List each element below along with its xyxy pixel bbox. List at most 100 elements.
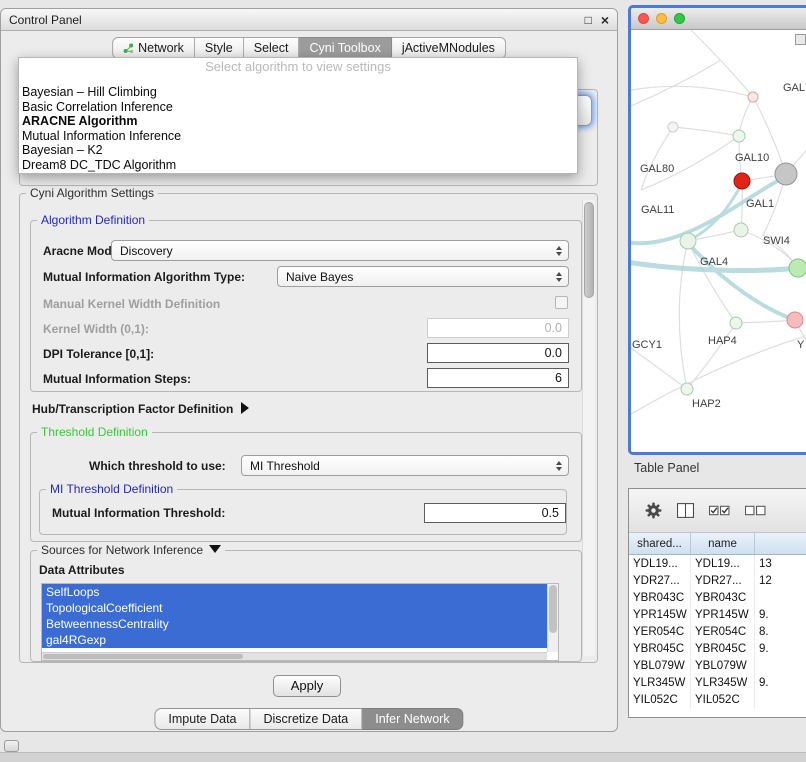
network-node[interactable]: [681, 383, 693, 395]
mi-algorithm-label: Mutual Information Algorithm Type:: [43, 270, 245, 284]
dropdown-item[interactable]: Bayesian – K2: [22, 143, 574, 158]
close-traffic-light[interactable]: [638, 13, 649, 24]
list-vertical-scrollbar[interactable]: [547, 584, 558, 652]
network-node[interactable]: [789, 259, 806, 277]
cell: [755, 691, 806, 708]
list-item[interactable]: BetweennessCentrality: [42, 616, 547, 632]
sources-title: Sources for Network Inference: [41, 543, 203, 557]
list-item[interactable]: TopologicalCoefficient: [42, 600, 547, 616]
network-node[interactable]: [668, 122, 678, 132]
group-title: Cyni Algorithm Settings: [26, 186, 158, 200]
node-label: Y: [797, 339, 805, 351]
dpi-tolerance-field[interactable]: 0.0: [427, 343, 569, 363]
table-row[interactable]: YLR345W YLR345W 9.: [629, 674, 806, 691]
tab-discretize-data[interactable]: Discretize Data: [251, 708, 363, 730]
manual-kernel-checkbox[interactable]: [555, 296, 568, 309]
tab-impute-data[interactable]: Impute Data: [154, 708, 250, 730]
cell: YBR043C: [691, 589, 755, 606]
network-node[interactable]: [734, 173, 750, 189]
network-node[interactable]: [775, 163, 797, 185]
cell: YBR045C: [691, 640, 755, 657]
hub-definition-expander[interactable]: Hub/Transcription Factor Definition: [32, 400, 249, 418]
dropdown-item[interactable]: Basic Correlation Inference: [22, 100, 574, 115]
table-row[interactable]: YIL052C YIL052C: [629, 691, 806, 708]
network-node[interactable]: [734, 223, 748, 237]
network-node[interactable]: [730, 317, 742, 329]
tab-style[interactable]: Style: [195, 37, 244, 59]
mi-threshold-field[interactable]: 0.5: [424, 503, 566, 523]
table-row[interactable]: YBR045C YBR045C 9.: [629, 640, 806, 657]
node-label: HAP4: [708, 335, 737, 347]
tab-infer-network[interactable]: Infer Network: [362, 708, 463, 730]
collapse-icon: [209, 545, 221, 553]
field-value: 6: [555, 371, 562, 385]
columns-icon[interactable]: [677, 503, 694, 518]
table-row[interactable]: YER054C YER054C 8.: [629, 623, 806, 640]
dropdown-item-selected[interactable]: ARACNE Algorithm: [22, 114, 574, 129]
network-canvas[interactable]: GAL7 GAL80 GAL10 GAL11 GAL1 SWI4 GAL4 GC…: [631, 30, 806, 452]
network-node[interactable]: [680, 233, 696, 249]
collapsed-panel-icon[interactable]: [4, 740, 19, 752]
zoom-traffic-light[interactable]: [674, 13, 685, 24]
overview-toggle-icon[interactable]: [795, 34, 806, 45]
minimize-traffic-light[interactable]: [656, 13, 667, 24]
dropdown-item[interactable]: Dream8 DC_TDC Algorithm: [22, 158, 574, 173]
column-header[interactable]: shared...: [629, 533, 691, 554]
tab-network[interactable]: Network: [112, 37, 195, 59]
network-node[interactable]: [787, 312, 803, 328]
table-panel-title: Table Panel: [634, 461, 699, 475]
unchecked-boxes-icon[interactable]: [745, 504, 766, 517]
sources-collapse-toggle[interactable]: Sources for Network Inference: [37, 543, 225, 557]
tab-jactivemnodules[interactable]: jActiveMNodules: [392, 37, 506, 59]
table-row[interactable]: YBL079W YBL079W: [629, 657, 806, 674]
cell: YDL19...: [691, 555, 755, 572]
mi-algorithm-select[interactable]: Naive Bayes: [277, 266, 569, 287]
list-item[interactable]: gal4RGexp: [42, 632, 547, 648]
control-panel-titlebar[interactable]: Control Panel □ ×: [1, 9, 617, 31]
float-window-icon[interactable]: □: [585, 13, 592, 27]
cell: 8.: [755, 623, 806, 640]
scrollbar-thumb[interactable]: [549, 585, 557, 633]
table-row[interactable]: YDR27... YDR27... 12: [629, 572, 806, 589]
which-threshold-select[interactable]: MI Threshold: [241, 455, 569, 476]
table-toolbar: [629, 489, 806, 533]
table-row[interactable]: YDL19... YDL19... 13: [629, 555, 806, 572]
dropdown-item[interactable]: Mutual Information Inference: [22, 129, 574, 144]
settings-scrollbar[interactable]: [582, 200, 595, 656]
node-label: SWI4: [763, 235, 790, 247]
list-horizontal-scrollbar[interactable]: [42, 652, 547, 660]
kernel-width-field[interactable]: 0.0: [427, 318, 569, 338]
network-window-titlebar[interactable]: [631, 8, 806, 30]
list-item[interactable]: SelfLoops: [42, 584, 547, 600]
sources-group: Sources for Network Inference Data Attri…: [30, 550, 582, 662]
scrollbar-thumb[interactable]: [584, 202, 594, 298]
table-row[interactable]: YBR043C YBR043C: [629, 589, 806, 606]
column-header[interactable]: name: [691, 533, 755, 554]
manual-kernel-label: Manual Kernel Width Definition: [43, 297, 220, 311]
group-title: Algorithm Definition: [37, 213, 149, 227]
checked-boxes-icon[interactable]: [709, 504, 730, 517]
apply-button[interactable]: Apply: [273, 675, 341, 697]
cell: YBL079W: [629, 657, 691, 674]
combo-arrows-icon: [556, 461, 562, 471]
aracne-mode-select[interactable]: Discovery: [111, 240, 569, 261]
algorithm-definition-group: Algorithm Definition Aracne Mode: Discov…: [30, 220, 582, 392]
gear-icon[interactable]: [645, 502, 662, 519]
cell: YLR345W: [691, 674, 755, 691]
tab-cyni-toolbox[interactable]: Cyni Toolbox: [299, 37, 391, 59]
combo-arrows-icon: [556, 246, 562, 256]
data-attributes-list[interactable]: SelfLoops TopologicalCoefficient Between…: [41, 583, 559, 661]
tab-select[interactable]: Select: [244, 37, 300, 59]
network-node[interactable]: [748, 92, 758, 102]
close-window-icon[interactable]: ×: [601, 12, 609, 28]
scrollbar-thumb[interactable]: [43, 654, 243, 659]
dropdown-item[interactable]: Bayesian – Hill Climbing: [22, 85, 574, 100]
mi-steps-field[interactable]: 6: [427, 368, 569, 388]
field-value: 0.0: [545, 321, 562, 335]
table-row[interactable]: YPR145W YPR145W 9.: [629, 606, 806, 623]
column-header[interactable]: [755, 533, 806, 554]
hub-definition-label: Hub/Transcription Factor Definition: [32, 402, 233, 416]
network-node[interactable]: [733, 130, 745, 142]
tab-label: Style: [205, 41, 233, 55]
cell: YLR345W: [629, 674, 691, 691]
